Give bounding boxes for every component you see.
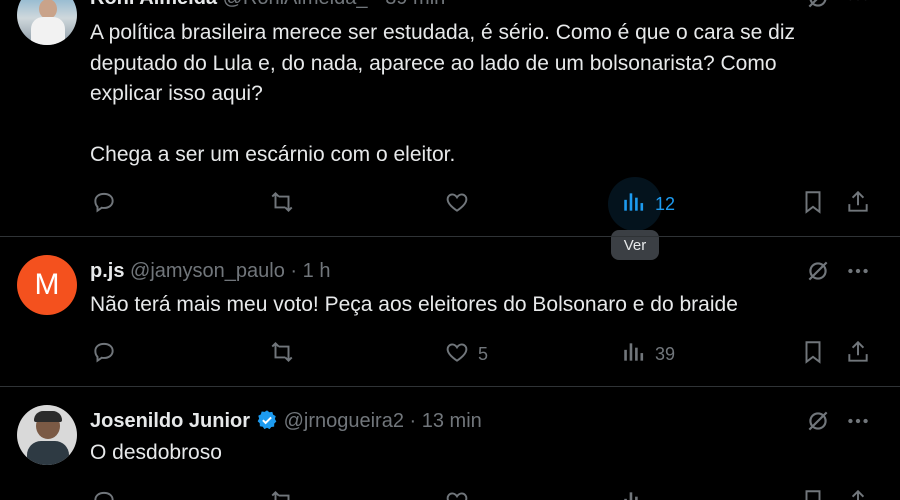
reply-button[interactable] <box>91 334 117 374</box>
like-button[interactable] <box>444 483 470 500</box>
action-bar: 12 <box>0 177 900 231</box>
tweet-text-line: Chega a ser um escárnio com o eleitor. <box>90 143 456 166</box>
views-button[interactable]: 12 <box>608 177 676 231</box>
tweet-text: A política brasileira merece ser estudad… <box>90 18 795 171</box>
bookmark-icon <box>800 189 826 220</box>
tweet-text-line: explicar isso aqui? <box>90 82 263 105</box>
more-icon[interactable] <box>845 0 871 16</box>
grok-icon[interactable] <box>805 408 831 439</box>
tweet-text: Não terá mais meu voto! Peça aos eleitor… <box>90 290 738 321</box>
tweet-header: Josenildo Junior @jrnogueira2 · 13 min <box>90 409 482 437</box>
retweet-icon <box>269 339 295 370</box>
avatar[interactable] <box>17 405 77 465</box>
more-icon[interactable] <box>845 408 871 439</box>
separator-dot: · <box>403 410 422 432</box>
tweet-text-line <box>90 110 795 141</box>
like-button[interactable]: 5 <box>444 334 488 374</box>
retweet-icon <box>269 488 295 500</box>
tweet-josenildo-junior[interactable]: Josenildo Junior @jrnogueira2 · 13 min O… <box>0 387 900 500</box>
share-icon <box>845 488 871 500</box>
views-button[interactable]: 39 <box>621 334 675 374</box>
grok-icon[interactable] <box>805 0 831 16</box>
reply-icon <box>91 189 117 220</box>
avatar[interactable]: M <box>17 255 77 315</box>
views-button[interactable] <box>621 483 647 500</box>
tweet-text-line: A política brasileira merece ser estudad… <box>90 21 796 44</box>
tweet-text-line: O desdobroso <box>90 441 222 464</box>
tweet-header: Roni Almeida @RoniAlmeida_ · 39 min <box>90 0 445 10</box>
timestamp[interactable]: 13 min <box>422 410 482 432</box>
retweet-icon <box>269 189 295 220</box>
separator-dot: · <box>367 0 385 9</box>
bookmark-button[interactable] <box>800 334 826 374</box>
share-button[interactable] <box>845 483 871 500</box>
tweet-text: O desdobroso <box>90 438 222 469</box>
retweet-button[interactable] <box>269 334 295 374</box>
tweet-text-line: Não terá mais meu voto! Peça aos eleitor… <box>90 293 738 316</box>
author-handle[interactable]: @jrnogueira2 <box>284 410 404 432</box>
like-icon <box>444 339 470 370</box>
bookmark-button[interactable] <box>800 483 826 500</box>
reply-button[interactable] <box>91 184 117 224</box>
bookmark-icon <box>800 339 826 370</box>
like-icon <box>444 488 470 500</box>
action-bar <box>0 483 900 500</box>
share-icon <box>845 339 871 370</box>
author-name[interactable]: Roni Almeida <box>90 0 217 9</box>
timestamp[interactable]: 39 min <box>385 0 445 9</box>
like-count: 5 <box>478 343 489 364</box>
like-icon <box>444 189 470 220</box>
share-button[interactable] <box>845 184 871 224</box>
bookmark-button[interactable] <box>800 184 826 224</box>
author-handle[interactable]: @jamyson_paulo <box>130 260 285 282</box>
timestamp[interactable]: 1 h <box>303 260 331 282</box>
avatar[interactable] <box>17 0 77 45</box>
retweet-button[interactable] <box>269 184 295 224</box>
reply-button[interactable] <box>91 483 117 500</box>
verified-icon <box>256 409 278 437</box>
share-button[interactable] <box>845 334 871 374</box>
tweet-text-line: deputado do Lula e, do nada, aparece ao … <box>90 51 777 75</box>
separator-dot: · <box>284 260 303 282</box>
retweet-button[interactable] <box>269 483 295 500</box>
author-name[interactable]: p.js <box>90 260 124 282</box>
views-icon <box>621 488 647 500</box>
grok-icon[interactable] <box>805 258 831 289</box>
views-count: 12 <box>655 193 676 214</box>
avatar-letter: M <box>34 268 60 301</box>
views-icon <box>621 339 647 370</box>
like-button[interactable] <box>444 184 470 224</box>
views-icon <box>621 189 647 220</box>
reply-icon <box>91 339 117 370</box>
tweet-roni-almeida[interactable]: Roni Almeida @RoniAlmeida_ · 39 min A po… <box>0 0 900 236</box>
bookmark-icon <box>800 488 826 500</box>
tweet-header: p.js @jamyson_paulo · 1 h <box>90 260 330 283</box>
reply-icon <box>91 488 117 500</box>
views-count: 39 <box>655 343 676 364</box>
author-name[interactable]: Josenildo Junior <box>90 410 250 432</box>
more-icon[interactable] <box>845 258 871 289</box>
share-icon <box>845 189 871 220</box>
action-bar: 5 39 <box>0 334 900 374</box>
author-handle[interactable]: @RoniAlmeida_ <box>223 0 368 9</box>
tweet-p-js[interactable]: M p.js @jamyson_paulo · 1 h Não terá mai… <box>0 237 900 386</box>
